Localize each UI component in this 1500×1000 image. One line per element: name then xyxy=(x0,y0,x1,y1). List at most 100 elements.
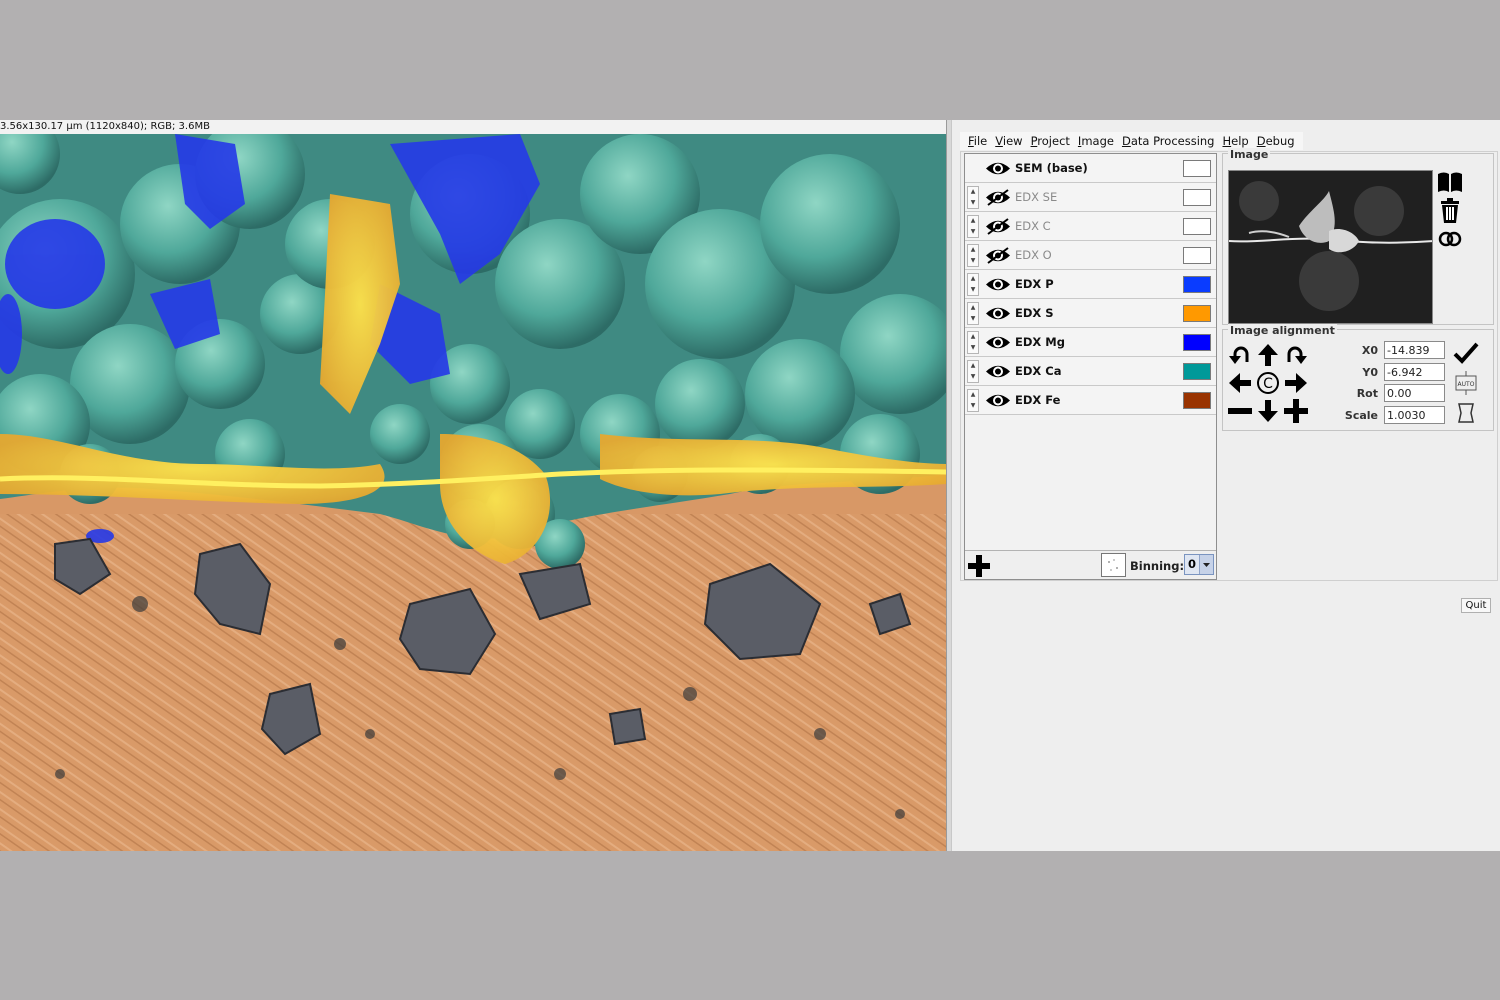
link-rings-icon[interactable] xyxy=(1436,226,1464,252)
scale-label: Scale xyxy=(1344,409,1378,422)
layer-name: EDX Mg xyxy=(1015,335,1065,349)
layer-color-swatch[interactable] xyxy=(1183,276,1211,293)
image-panel: Image xyxy=(1222,148,1494,325)
spinner-up-icon[interactable]: ▲ xyxy=(968,361,978,372)
layer-order-spinner[interactable]: ▲ ▼ xyxy=(967,244,979,267)
spinner-down-icon[interactable]: ▼ xyxy=(968,256,978,267)
layer-row[interactable]: ▲ ▼ EDX Ca xyxy=(965,357,1216,386)
layer-color-swatch[interactable] xyxy=(1183,247,1211,264)
spinner-down-icon[interactable]: ▼ xyxy=(968,285,978,296)
layer-order-spinner[interactable]: ▲ ▼ xyxy=(967,331,979,354)
binning-select[interactable]: 0 xyxy=(1184,554,1214,575)
layer-order-spinner[interactable]: ▲ ▼ xyxy=(967,302,979,325)
layer-list-footer: Binning: 0 xyxy=(965,550,1216,579)
shape-icon[interactable] xyxy=(1453,400,1479,426)
eye-icon[interactable] xyxy=(985,275,1011,294)
layer-row[interactable]: ▲ ▼ EDX O xyxy=(965,241,1216,270)
menu-project[interactable]: Project xyxy=(1027,132,1074,150)
rot-field[interactable] xyxy=(1384,384,1445,402)
menu-view[interactable]: View xyxy=(991,132,1026,150)
x0-field[interactable] xyxy=(1384,341,1445,359)
eye-hidden-icon[interactable] xyxy=(985,217,1011,236)
layer-thumbnail xyxy=(1228,170,1433,324)
arrow-up-icon[interactable] xyxy=(1255,342,1281,368)
layer-row[interactable]: ▲ ▼ EDX Mg xyxy=(965,328,1216,357)
copyright-center-icon[interactable]: C xyxy=(1255,370,1281,396)
arrow-left-icon[interactable] xyxy=(1227,370,1253,396)
menu-file[interactable]: File xyxy=(964,132,991,150)
minus-icon[interactable] xyxy=(1227,398,1253,424)
eye-icon[interactable] xyxy=(985,391,1011,410)
eye-icon[interactable] xyxy=(985,304,1011,323)
spinner-up-icon[interactable]: ▲ xyxy=(968,187,978,198)
layer-order-spinner[interactable]: ▲ ▼ xyxy=(967,360,979,383)
plus-icon[interactable] xyxy=(1283,398,1309,424)
arrow-down-icon[interactable] xyxy=(1255,398,1281,424)
spinner-up-icon[interactable]: ▲ xyxy=(968,332,978,343)
layer-row[interactable]: ▲ ▼ EDX C xyxy=(965,212,1216,241)
spinner-up-icon[interactable]: ▲ xyxy=(968,216,978,227)
spinner-down-icon[interactable]: ▼ xyxy=(968,198,978,209)
layer-order-spinner[interactable]: ▲ ▼ xyxy=(967,215,979,238)
y0-label: Y0 xyxy=(1362,366,1378,379)
checkmark-icon[interactable] xyxy=(1453,340,1479,366)
layer-order-spinner[interactable]: ▲ ▼ xyxy=(967,389,979,412)
layer-row[interactable]: ▲ ▼ EDX S xyxy=(965,299,1216,328)
layer-row[interactable]: SEM (base) xyxy=(965,154,1216,183)
layer-name: EDX O xyxy=(1015,248,1052,262)
spinner-down-icon[interactable]: ▼ xyxy=(968,314,978,325)
chevron-down-icon[interactable] xyxy=(1199,555,1213,574)
eye-icon[interactable] xyxy=(985,333,1011,352)
menu-data-processing[interactable]: Data Processing xyxy=(1118,132,1219,150)
rotate-cw-icon[interactable] xyxy=(1283,342,1309,368)
layer-color-swatch[interactable] xyxy=(1183,334,1211,351)
scale-field[interactable] xyxy=(1384,406,1445,424)
spinner-down-icon[interactable]: ▼ xyxy=(968,401,978,412)
layer-color-swatch[interactable] xyxy=(1183,218,1211,235)
arrow-right-icon[interactable] xyxy=(1283,370,1309,396)
binning-preview-icon[interactable] xyxy=(1101,553,1126,577)
layer-name: EDX S xyxy=(1015,306,1054,320)
eye-icon[interactable] xyxy=(985,362,1011,381)
layer-row[interactable]: ▲ ▼ EDX SE xyxy=(965,183,1216,212)
rotate-ccw-icon[interactable] xyxy=(1227,342,1253,368)
layer-name: EDX P xyxy=(1015,277,1054,291)
layer-row[interactable]: ▲ ▼ EDX P xyxy=(965,270,1216,299)
binning-value: 0 xyxy=(1188,557,1197,571)
layer-color-swatch[interactable] xyxy=(1183,363,1211,380)
alignment-nav-grid: C xyxy=(1227,342,1311,428)
eye-icon[interactable] xyxy=(985,159,1011,178)
layer-order-spinner[interactable]: ▲ ▼ xyxy=(967,186,979,209)
menu-image[interactable]: Image xyxy=(1074,132,1118,150)
control-panel: File View Project Image Data Processing … xyxy=(952,120,1500,851)
eye-hidden-icon[interactable] xyxy=(985,188,1011,207)
spinner-down-icon[interactable]: ▼ xyxy=(968,227,978,238)
spinner-up-icon[interactable]: ▲ xyxy=(968,245,978,256)
image-alignment-panel: Image alignment C X0 Y0 Rot Scale AUTO xyxy=(1222,324,1494,431)
spinner-up-icon[interactable]: ▲ xyxy=(968,274,978,285)
spinner-down-icon[interactable]: ▼ xyxy=(968,372,978,383)
spinner-up-icon[interactable]: ▲ xyxy=(968,390,978,401)
layer-row[interactable]: ▲ ▼ EDX Fe xyxy=(965,386,1216,415)
auto-icon[interactable]: AUTO xyxy=(1453,370,1479,396)
trash-icon[interactable] xyxy=(1436,198,1464,224)
book-icon[interactable] xyxy=(1436,170,1464,196)
add-layer-plus-icon[interactable] xyxy=(967,554,991,578)
svg-text:AUTO: AUTO xyxy=(1458,381,1475,388)
binning-label: Binning: xyxy=(1130,559,1185,573)
spinner-down-icon[interactable]: ▼ xyxy=(968,343,978,354)
app-window: 3.56x130.17 µm (1120x840); RGB; 3.6MB Fi… xyxy=(0,120,1500,851)
layer-list[interactable]: SEM (base) ▲ ▼ EDX SE ▲ ▼ EDX C ▲ ▼ EDX O ▲ ▼ EDX P ▲… xyxy=(964,153,1217,580)
eye-hidden-icon[interactable] xyxy=(985,246,1011,265)
quit-button[interactable]: Quit xyxy=(1461,598,1491,613)
spinner-up-icon[interactable]: ▲ xyxy=(968,303,978,314)
image-viewer[interactable]: 3.56x130.17 µm (1120x840); RGB; 3.6MB xyxy=(0,120,946,851)
sem-edx-composite-image[interactable] xyxy=(0,134,946,851)
layer-order-spinner[interactable]: ▲ ▼ xyxy=(967,273,979,296)
layer-color-swatch[interactable] xyxy=(1183,392,1211,409)
y0-field[interactable] xyxy=(1384,363,1445,381)
layer-color-swatch[interactable] xyxy=(1183,305,1211,322)
layer-color-swatch[interactable] xyxy=(1183,189,1211,206)
layer-name: EDX Fe xyxy=(1015,393,1061,407)
layer-color-swatch[interactable] xyxy=(1183,160,1211,177)
